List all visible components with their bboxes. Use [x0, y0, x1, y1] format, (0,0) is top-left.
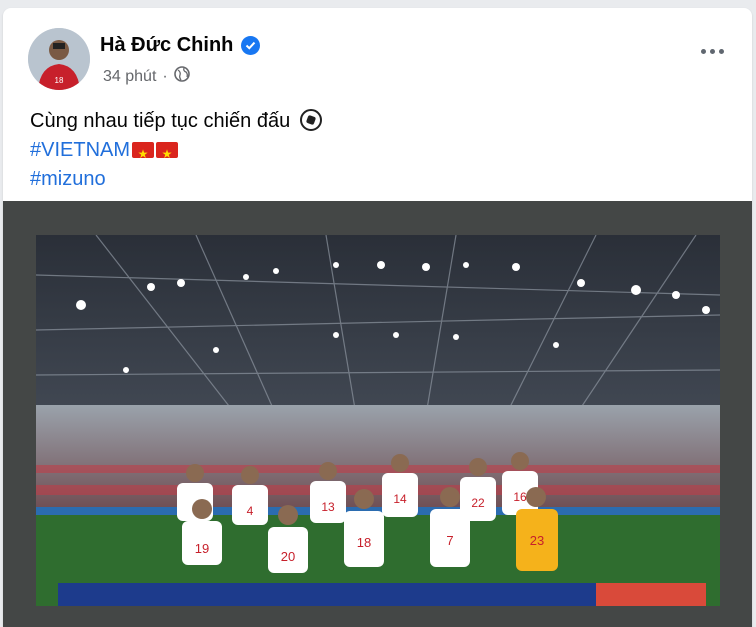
- meta-separator: ·: [162, 67, 168, 85]
- caption-line: Cùng nhau tiếp tục chiến đấu: [30, 107, 322, 136]
- jersey-number: 4: [247, 504, 254, 518]
- author-name-text[interactable]: Hà Đức Chinh: [100, 34, 233, 57]
- jersey-number: 14: [393, 492, 407, 506]
- jersey-number: 16: [513, 490, 527, 504]
- jersey-number: 20: [281, 549, 295, 564]
- jersey-number: 18: [357, 535, 371, 550]
- team-photo[interactable]: 4 13 14 22 16 19 20 18 7 23: [36, 235, 720, 606]
- post-photo-frame[interactable]: 4 13 14 22 16 19 20 18 7 23: [3, 201, 752, 627]
- post-time[interactable]: 34 phút: [103, 68, 156, 86]
- jersey-number: 22: [471, 496, 485, 510]
- caption-text: Cùng nhau tiếp tục chiến đấu: [30, 110, 291, 132]
- author-avatar[interactable]: 18: [28, 28, 90, 90]
- vietnam-flag-icon: [132, 140, 155, 169]
- more-options-icon[interactable]: [694, 39, 730, 63]
- vietnam-flag-icon: [156, 140, 179, 169]
- post-card: 18 Hà Đức Chinh 34 phút · Cùng nhau tiếp…: [3, 8, 752, 627]
- team-photo-illustration: 4 13 14 22 16 19 20 18 7 23: [36, 235, 720, 606]
- verified-badge-icon: [241, 36, 261, 55]
- jersey-number: 7: [446, 533, 453, 548]
- hashtag-vietnam[interactable]: #VIETNAM: [30, 139, 130, 161]
- author-name[interactable]: Hà Đức Chinh: [100, 34, 261, 57]
- globe-icon[interactable]: [173, 66, 190, 87]
- svg-text:18: 18: [55, 76, 64, 85]
- hashtag-mizuno[interactable]: #mizuno: [30, 168, 106, 190]
- jersey-number: 23: [530, 533, 544, 548]
- jersey-number: 19: [195, 541, 209, 556]
- soccer-ball-icon: [299, 109, 322, 131]
- jersey-number: 13: [321, 500, 335, 514]
- caption-hashtag-line: #VIETNAM: [30, 136, 322, 169]
- post-meta: 34 phút ·: [103, 66, 190, 87]
- post-caption: Cùng nhau tiếp tục chiến đấu #VIETNAM #m…: [30, 107, 322, 194]
